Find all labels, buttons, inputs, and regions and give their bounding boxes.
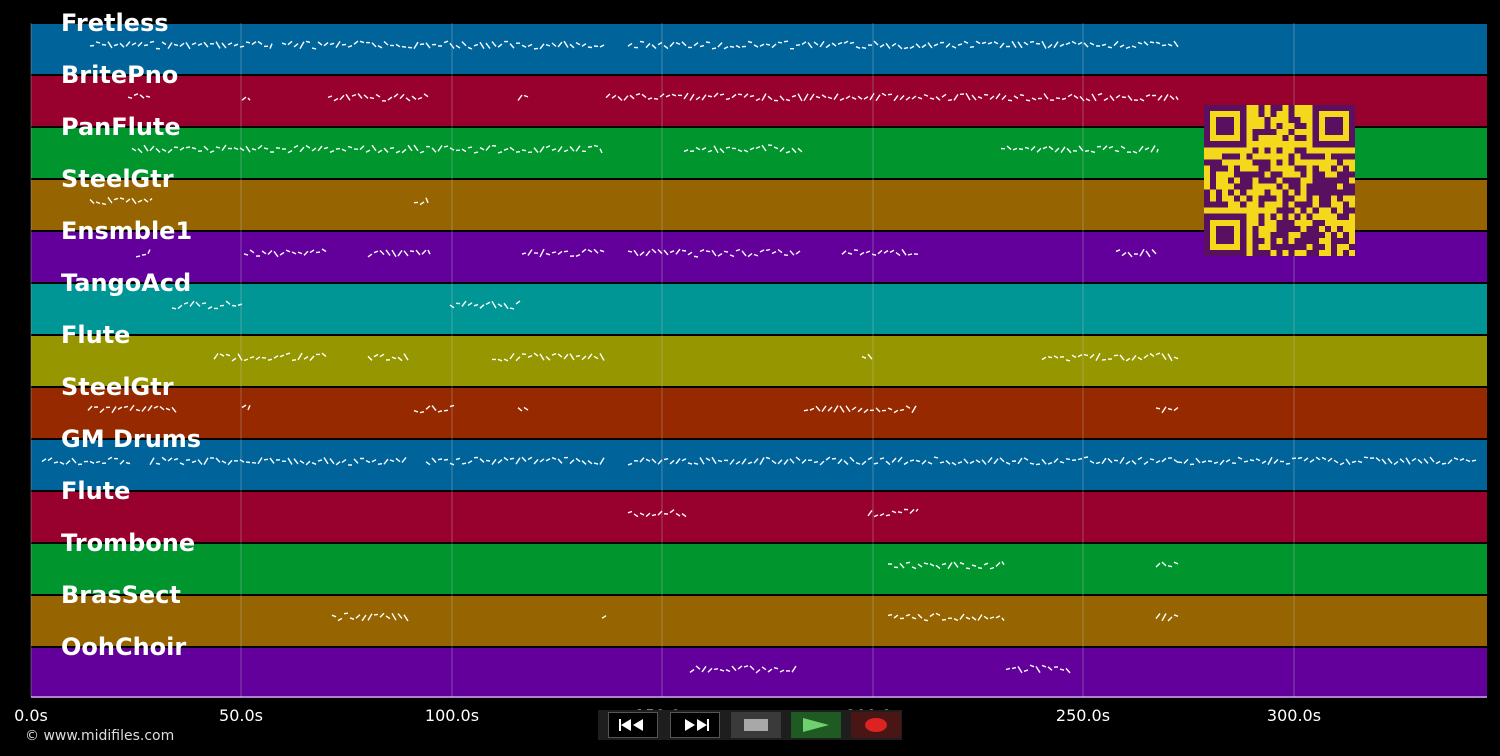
play-icon — [803, 718, 829, 732]
track-label: SteelGtr — [61, 165, 174, 193]
copyright-credit: © www.midifiles.com — [25, 728, 175, 744]
track-lane — [31, 492, 1487, 542]
track-label: BritePno — [61, 61, 179, 89]
tick-label: 0.0s — [14, 706, 48, 725]
track-lane — [31, 284, 1487, 334]
track-lane — [31, 596, 1487, 646]
track-label: BrasSect — [61, 581, 181, 609]
play-button[interactable] — [791, 712, 841, 738]
fast-forward-button[interactable] — [670, 712, 720, 738]
tick-label: 300.0s — [1266, 706, 1322, 725]
stop-button[interactable] — [731, 712, 781, 738]
track-label: Fretless — [61, 9, 169, 37]
track-label: OohChoir — [61, 633, 187, 661]
fast-forward-icon — [685, 719, 709, 731]
track-lane — [31, 24, 1487, 74]
track-label: Flute — [61, 321, 131, 349]
track-label: TangoAcd — [61, 269, 192, 297]
record-button[interactable] — [851, 712, 901, 738]
track-lane — [31, 648, 1487, 698]
tick-label: 250.0s — [1055, 706, 1111, 725]
qr-code-icon — [1204, 105, 1355, 256]
rewind-icon — [619, 719, 643, 731]
track-label: GM Drums — [61, 425, 202, 453]
track-lane — [31, 388, 1487, 438]
qr-code — [1204, 105, 1355, 256]
tick-label: 50.0s — [219, 706, 263, 725]
track-label: Trombone — [61, 529, 196, 557]
stop-icon — [744, 719, 768, 731]
rewind-button[interactable] — [608, 712, 658, 738]
transport-bar — [598, 710, 902, 740]
track-lane — [31, 544, 1487, 594]
track-label: Flute — [61, 477, 131, 505]
track-label: PanFlute — [61, 113, 181, 141]
track-label: Ensmble1 — [61, 217, 193, 245]
tick-label: 100.0s — [424, 706, 480, 725]
record-icon — [865, 718, 887, 732]
track-lane — [31, 336, 1487, 386]
track-label: SteelGtr — [61, 373, 174, 401]
